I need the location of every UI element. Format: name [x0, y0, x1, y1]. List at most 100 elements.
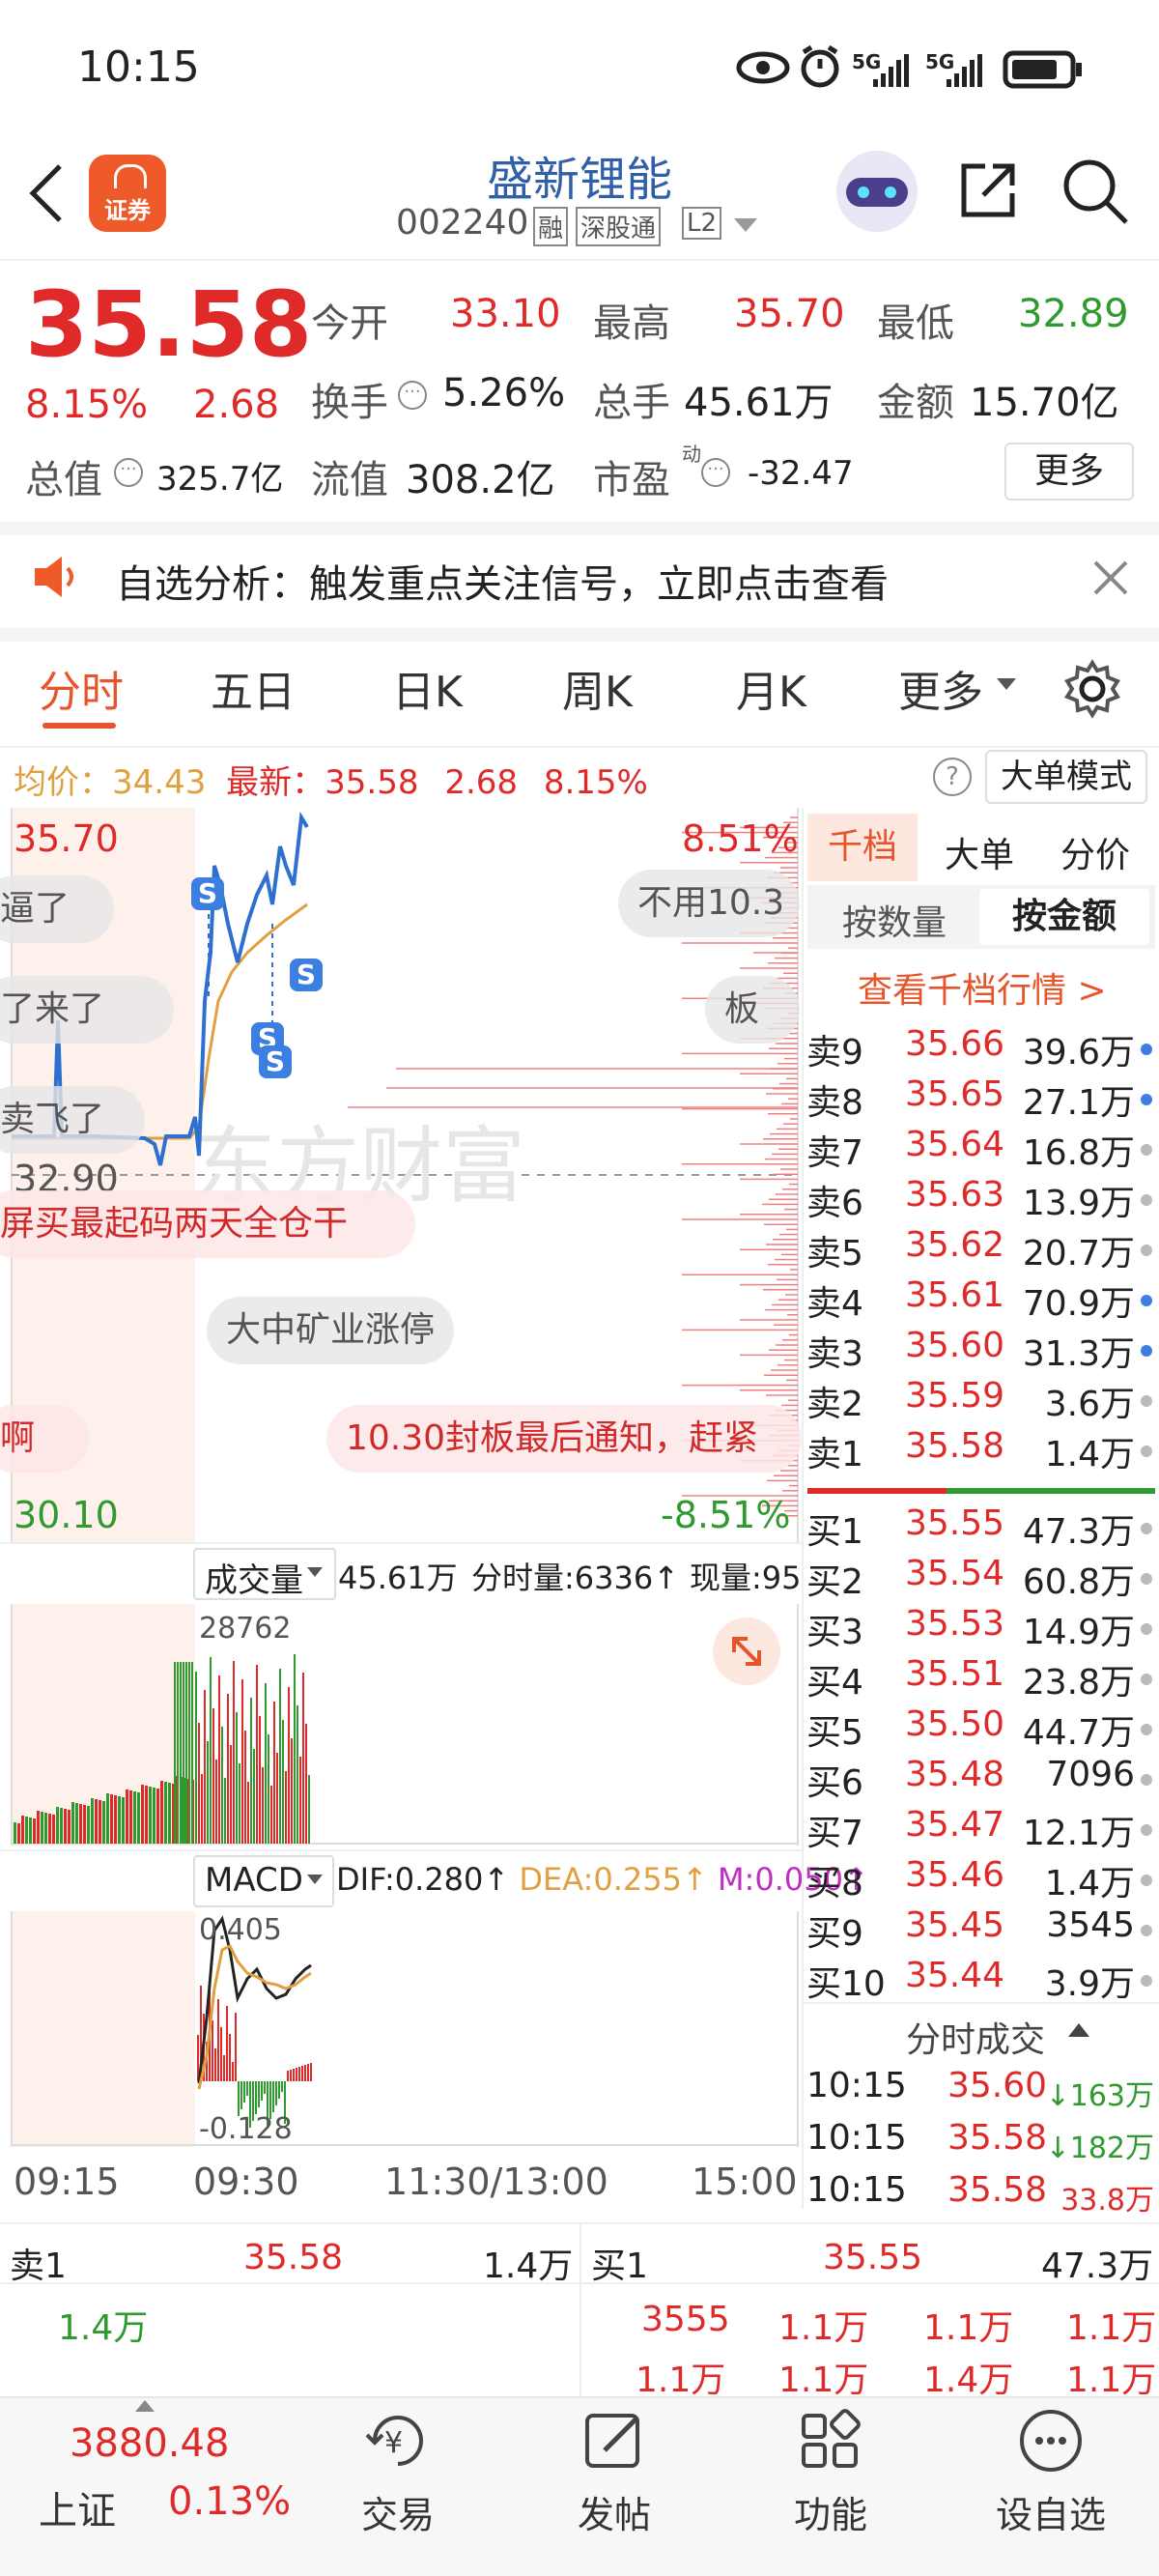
bid-row[interactable]: 买2 35.54 60.8万 — [806, 1554, 1154, 1604]
nav-trade[interactable]: 交易 — [340, 2485, 456, 2538]
tab-more[interactable]: 更多 — [898, 657, 983, 719]
bid-row[interactable]: 买10 35.44 3.9万 — [806, 1956, 1154, 2006]
depth-link[interactable]: 查看千档行情 > — [858, 962, 1107, 1013]
nav-function[interactable]: 功能 — [773, 2485, 889, 2538]
ask-row[interactable]: 卖9 35.66 39.6万 — [806, 1024, 1154, 1074]
tab-big-orders[interactable]: 大单 — [945, 827, 1014, 877]
tab-price-dist[interactable]: 分价 — [1060, 827, 1130, 877]
info-icon[interactable]: ··· — [398, 381, 427, 410]
sell-signal-marker[interactable]: S — [290, 959, 323, 991]
ask-volume: 27.1万 — [1022, 1083, 1135, 1123]
robot-assistant-icon[interactable] — [836, 151, 918, 232]
ask-row[interactable]: 卖1 35.58 1.4万 — [806, 1426, 1154, 1476]
nav-post[interactable]: 发帖 — [556, 2485, 672, 2538]
info-icon[interactable]: ··· — [114, 458, 143, 487]
index-name[interactable]: 上证 — [39, 2479, 116, 2535]
nav-add-watchlist[interactable]: 设自选 — [983, 2485, 1118, 2538]
subtab-by-amount[interactable]: 按金额 — [979, 889, 1149, 945]
gear-icon[interactable] — [1062, 659, 1122, 719]
index-value[interactable]: 3880.48 — [70, 2421, 229, 2466]
bid-price: 35.44 — [905, 1956, 1005, 1995]
comment-bubble[interactable]: 大中矿业涨停 — [207, 1297, 455, 1364]
function-grid-icon[interactable] — [796, 2406, 865, 2476]
back-icon[interactable] — [27, 162, 66, 224]
axis-top-pct: 8.51% — [682, 817, 799, 860]
time-label: 09:30 — [193, 2161, 299, 2203]
bid-price: 35.51 — [905, 1654, 1005, 1694]
bid-label: 买3 — [806, 1613, 863, 1652]
ask-row[interactable]: 卖5 35.62 20.7万 — [806, 1225, 1154, 1275]
comment-bubble[interactable]: 不用10.3 — [618, 870, 800, 937]
amount-label: 金额 — [877, 381, 954, 425]
comment-bubble[interactable]: 啊 — [0, 1405, 89, 1473]
app-logo-text: 证券 — [104, 197, 151, 224]
ask-row[interactable]: 卖2 35.59 3.6万 — [806, 1376, 1154, 1426]
ask-label: 卖2 — [806, 1385, 863, 1424]
comment-bubble[interactable]: 卖飞了 — [0, 1086, 145, 1154]
comment-bubble[interactable]: 10.30封板最后通知，赶紧 — [326, 1405, 802, 1473]
ask-volume: 70.9万 — [1022, 1284, 1135, 1324]
queue-buy-label: 买1 — [591, 2247, 648, 2286]
tab-depth[interactable]: 千档 — [807, 814, 918, 881]
tab-daily-k[interactable]: 日K — [392, 657, 463, 719]
float-label: 流值 — [311, 458, 388, 502]
volume-selector[interactable]: 成交量 — [193, 1548, 336, 1600]
bid-row[interactable]: 买4 35.51 23.8万 — [806, 1654, 1154, 1704]
trade-icon[interactable]: ¥ — [363, 2406, 433, 2476]
bid-row[interactable]: 买5 35.50 44.7万 — [806, 1704, 1154, 1755]
volume-label: 总手 — [593, 381, 670, 425]
help-icon[interactable]: ? — [933, 758, 972, 796]
comment-bubble[interactable]: 逼了 — [0, 875, 114, 943]
comment-bubble[interactable]: 了来了 — [0, 976, 174, 1044]
share-icon[interactable] — [956, 158, 1020, 222]
bid-row[interactable]: 买3 35.53 14.9万 — [806, 1604, 1154, 1654]
ask-row[interactable]: 卖4 35.61 70.9万 — [806, 1275, 1154, 1326]
expand-icon[interactable] — [713, 1617, 780, 1685]
post-icon[interactable] — [580, 2406, 649, 2476]
bid-row[interactable]: 买6 35.48 7096 — [806, 1755, 1154, 1805]
open-label: 今开 — [311, 301, 388, 346]
info-icon[interactable]: ··· — [701, 458, 730, 487]
bid-volume: 7096 — [1046, 1755, 1135, 1794]
more-button[interactable]: 更多 — [1004, 443, 1134, 501]
stock-code: 002240 — [396, 203, 529, 243]
sell-signal-marker[interactable]: S — [259, 1045, 292, 1078]
index-pct[interactable]: 0.13% — [168, 2479, 291, 2524]
ask-row[interactable]: 卖8 35.65 27.1万 — [806, 1074, 1154, 1125]
subtab-by-quantity[interactable]: 按数量 — [842, 895, 947, 945]
trade-row: 10:15 35.60 ↓163万 — [806, 2066, 1154, 2116]
app-logo[interactable]: 证券 — [89, 155, 166, 232]
tab-intraday[interactable]: 分时 — [39, 657, 124, 719]
bid-row[interactable]: 买8 35.46 1.4万 — [806, 1855, 1154, 1905]
status-time: 10:15 — [77, 43, 200, 92]
bid-row[interactable]: 买9 35.45 3545 — [806, 1905, 1154, 1956]
ask-row[interactable]: 卖6 35.63 13.9万 — [806, 1175, 1154, 1225]
search-icon[interactable] — [1060, 157, 1130, 226]
high-label: 最高 — [593, 301, 670, 346]
dif-value: DIF:0.280↑ — [336, 1861, 510, 1898]
tab-five-day[interactable]: 五日 — [211, 657, 296, 719]
low-value: 32.89 — [1018, 292, 1129, 336]
macd-selector[interactable]: MACD — [193, 1855, 334, 1907]
ask-row[interactable]: 卖3 35.60 31.3万 — [806, 1326, 1154, 1376]
tab-weekly-k[interactable]: 周K — [562, 657, 633, 719]
big-order-mode-button[interactable]: 大单模式 — [985, 750, 1147, 804]
comment-bubble[interactable]: 屏买最起码两天全仓干 — [0, 1190, 415, 1258]
bid-row[interactable]: 买1 35.55 47.3万 — [806, 1503, 1154, 1554]
queue-buy-order: 1.1万 — [778, 2308, 869, 2348]
more-options-icon[interactable] — [1016, 2406, 1086, 2476]
bid-price: 35.50 — [905, 1704, 1005, 1744]
ask-row[interactable]: 卖7 35.64 16.8万 — [806, 1125, 1154, 1175]
comment-bubble[interactable]: 板 — [705, 976, 800, 1044]
dropdown-triangle-icon[interactable] — [734, 218, 757, 234]
current-price: 35.58 — [25, 272, 313, 378]
trades-title[interactable]: 分时成交 — [906, 2012, 1045, 2062]
close-icon[interactable] — [1091, 558, 1130, 597]
bid-row[interactable]: 买7 35.47 12.1万 — [806, 1805, 1154, 1855]
tab-monthly-k[interactable]: 月K — [736, 657, 806, 719]
status-dot — [1141, 1523, 1152, 1534]
sell-signal-marker[interactable]: S — [191, 877, 224, 910]
bid-label: 买1 — [806, 1512, 863, 1552]
bid-volume: 44.7万 — [1022, 1713, 1135, 1753]
notice-text[interactable]: 自选分析：触发重点关注信号，立即点击查看 — [116, 553, 889, 609]
